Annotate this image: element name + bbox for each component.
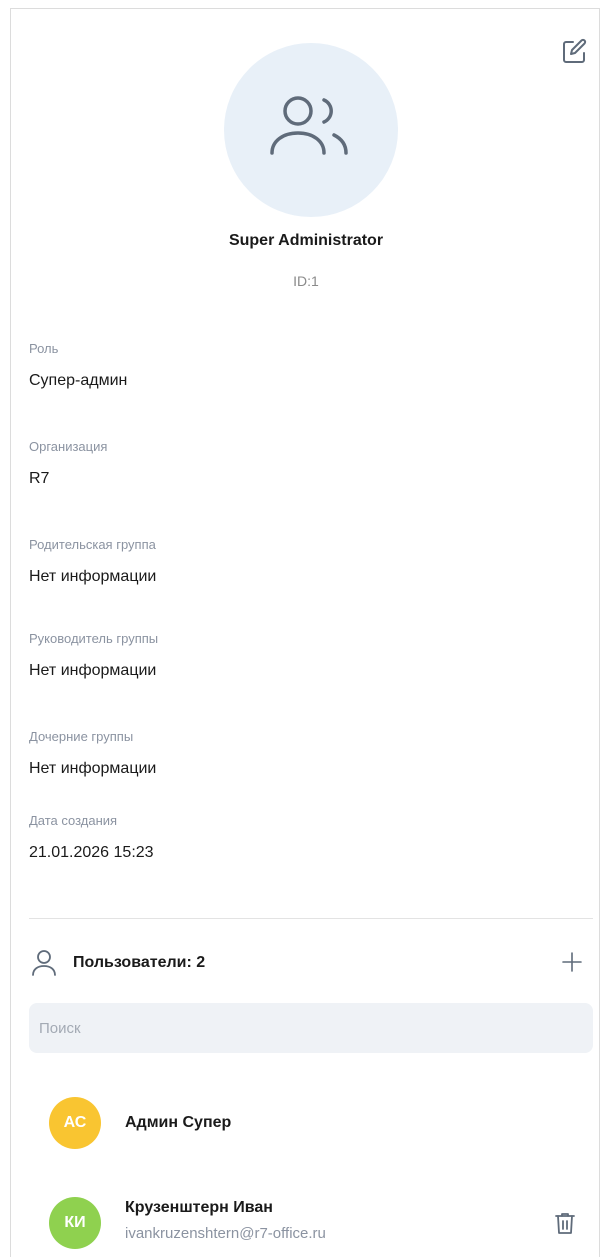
edit-icon	[563, 38, 587, 63]
field-value: Нет информации	[29, 662, 157, 679]
user-icon	[32, 950, 56, 976]
group-id: ID:1	[293, 273, 319, 289]
group-name: Super Administrator	[228, 232, 384, 249]
field-parent-group: Родительская группа Нет информации	[29, 537, 156, 587]
field-value: Нет информации	[29, 760, 157, 777]
users-section-header: Пользователи: 2	[29, 947, 593, 979]
avatar: АС	[49, 1097, 101, 1149]
avatar: КИ	[49, 1197, 101, 1249]
user-list-item[interactable]: КИ Крузенштерн Иван ivankruzenshtern@r7-…	[29, 1197, 593, 1257]
field-group-leader: Руководитель группы Нет информации	[29, 631, 158, 681]
field-value: Супер-админ	[29, 372, 128, 389]
edit-button[interactable]	[557, 35, 591, 69]
field-label: Дочерние группы	[29, 729, 134, 744]
field-label: Организация	[29, 439, 108, 454]
section-divider	[29, 918, 593, 919]
field-label: Родительская группа	[29, 537, 156, 552]
trash-icon	[555, 1213, 575, 1234]
search-input[interactable]	[29, 1003, 593, 1053]
field-created-date: Дата создания 21.01.2026 15:23	[29, 813, 154, 863]
field-label: Руководитель группы	[29, 631, 159, 646]
plus-icon	[562, 952, 582, 972]
group-details-panel: Super Administrator ID:1 Роль Супер-адми…	[10, 8, 600, 1257]
users-count-title: Пользователи: 2	[73, 954, 206, 971]
field-child-groups: Дочерние группы Нет информации	[29, 729, 156, 779]
field-label: Дата создания	[29, 813, 118, 828]
field-organization: Организация R7	[29, 439, 107, 489]
field-value: 21.01.2026 15:23	[29, 844, 154, 861]
group-users-icon	[270, 96, 348, 155]
field-label: Роль	[29, 341, 59, 356]
field-value: R7	[29, 470, 50, 487]
field-role: Роль Супер-админ	[29, 341, 127, 391]
user-name: Крузенштерн Иван	[125, 1199, 273, 1216]
user-email: ivankruzenshtern@r7-office.ru	[125, 1225, 326, 1242]
field-value: Нет информации	[29, 568, 157, 585]
delete-user-button[interactable]	[549, 1207, 581, 1239]
group-avatar	[224, 43, 398, 217]
add-user-button[interactable]	[557, 947, 587, 977]
user-name: Админ Супер	[125, 1114, 232, 1131]
user-list-item[interactable]: АС Админ Супер	[29, 1097, 593, 1157]
